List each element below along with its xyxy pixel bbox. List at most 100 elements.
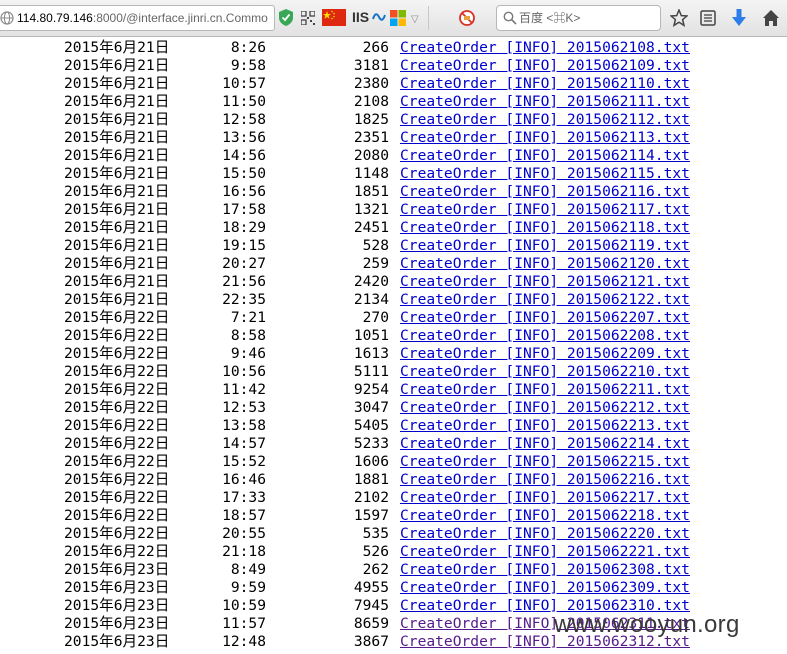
search-input[interactable]	[519, 9, 655, 27]
file-link[interactable]: CreateOrder [INFO] 2015062110.txt	[400, 75, 690, 93]
reading-list-icon[interactable]	[700, 10, 716, 26]
file-link[interactable]: CreateOrder [INFO] 2015062116.txt	[400, 183, 690, 201]
file-link[interactable]: CreateOrder [INFO] 2015062220.txt	[400, 525, 690, 543]
adblock-icon[interactable]	[459, 10, 475, 26]
file-time: 10:56	[222, 363, 266, 380]
list-item: 2015年6月21日 22:35 2134 CreateOrder [INFO] 20…	[0, 291, 787, 309]
file-link[interactable]: CreateOrder [INFO] 2015062216.txt	[400, 471, 690, 489]
file-link[interactable]: CreateOrder [INFO] 2015062308.txt	[400, 561, 690, 579]
list-item: 2015年6月21日 13:56 2351 CreateOrder [INFO] 20…	[0, 129, 787, 147]
file-link[interactable]: CreateOrder [INFO] 2015062111.txt	[400, 93, 690, 111]
file-size: 1851	[353, 183, 389, 200]
file-time: 14:56	[222, 147, 266, 164]
file-link[interactable]: CreateOrder [INFO] 2015062213.txt	[400, 417, 690, 435]
file-date: 2015年6月21日	[64, 183, 170, 200]
address-text[interactable]: 114.80.79.146:8000/@interface.jinri.cn.C…	[17, 11, 268, 25]
file-link[interactable]: CreateOrder [INFO] 2015062208.txt	[400, 327, 690, 345]
file-link[interactable]: CreateOrder [INFO] 2015062122.txt	[400, 291, 690, 309]
file-size: 2451	[353, 219, 389, 236]
file-link[interactable]: CreateOrder [INFO] 2015062114.txt	[400, 147, 690, 165]
file-time: 18:29	[222, 219, 266, 236]
windows-logo-icon[interactable]	[390, 10, 406, 26]
file-time: 17:58	[222, 201, 266, 218]
file-link[interactable]: CreateOrder [INFO] 2015062207.txt	[400, 309, 690, 327]
list-item: 2015年6月22日 17:33 2102 CreateOrder [INFO] 20…	[0, 489, 787, 507]
iis-label[interactable]: IIS	[352, 9, 369, 25]
file-link[interactable]: CreateOrder [INFO] 2015062115.txt	[400, 165, 690, 183]
file-date: 2015年6月21日	[64, 219, 170, 236]
qr-code-icon[interactable]	[301, 11, 315, 25]
list-item: 2015年6月21日 17:58 1321 CreateOrder [INFO] 20…	[0, 201, 787, 219]
file-link[interactable]: CreateOrder [INFO] 2015062121.txt	[400, 273, 690, 291]
watermark-text: www.wooyun.org	[554, 611, 740, 638]
address-bar[interactable]: 114.80.79.146:8000/@interface.jinri.cn.C…	[0, 5, 275, 31]
file-date: 2015年6月22日	[64, 453, 170, 470]
file-size: 266	[362, 39, 389, 56]
file-date: 2015年6月21日	[64, 165, 170, 182]
file-date: 2015年6月22日	[64, 345, 170, 362]
list-item: 2015年6月22日 9:46 1613 CreateOrder [INFO] 201…	[0, 345, 787, 363]
list-item: 2015年6月22日 15:52 1606 CreateOrder [INFO] 20…	[0, 453, 787, 471]
file-size: 9254	[353, 381, 389, 398]
file-size: 1321	[353, 201, 389, 218]
wave-icon[interactable]	[372, 10, 386, 24]
file-size: 526	[362, 543, 389, 560]
file-time: 11:42	[222, 381, 266, 398]
file-date: 2015年6月22日	[64, 363, 170, 380]
list-item: 2015年6月22日 7:21 270 CreateOrder [INFO] 2015…	[0, 309, 787, 327]
file-date: 2015年6月22日	[64, 471, 170, 488]
file-size: 3047	[353, 399, 389, 416]
file-link[interactable]: CreateOrder [INFO] 2015062117.txt	[400, 201, 690, 219]
file-link[interactable]: CreateOrder [INFO] 2015062218.txt	[400, 507, 690, 525]
download-arrow-icon[interactable]	[731, 9, 747, 27]
file-size: 1881	[353, 471, 389, 488]
search-box[interactable]	[496, 5, 661, 31]
list-item: 2015年6月22日 14:57 5233 CreateOrder [INFO] 20…	[0, 435, 787, 453]
file-time: 16:56	[222, 183, 266, 200]
shield-check-icon[interactable]	[279, 9, 293, 26]
list-item: 2015年6月22日 18:57 1597 CreateOrder [INFO] 20…	[0, 507, 787, 525]
file-link[interactable]: CreateOrder [INFO] 2015062113.txt	[400, 129, 690, 147]
toolbar-divider	[428, 6, 429, 30]
bookmark-star-icon[interactable]	[670, 9, 688, 27]
file-date: 2015年6月22日	[64, 525, 170, 542]
file-time: 16:46	[222, 471, 266, 488]
list-item: 2015年6月21日 20:27 259 CreateOrder [INFO] 201…	[0, 255, 787, 273]
file-size: 7945	[353, 597, 389, 614]
file-size: 5111	[353, 363, 389, 380]
file-link[interactable]: CreateOrder [INFO] 2015062212.txt	[400, 399, 690, 417]
home-icon[interactable]	[762, 9, 780, 27]
file-link[interactable]: CreateOrder [INFO] 2015062215.txt	[400, 453, 690, 471]
list-item: 2015年6月21日 11:50 2108 CreateOrder [INFO] 20…	[0, 93, 787, 111]
file-time: 15:50	[222, 165, 266, 182]
list-item: 2015年6月21日 8:26 266 CreateOrder [INFO] 2015…	[0, 39, 787, 57]
file-date: 2015年6月23日	[64, 615, 170, 632]
file-size: 4955	[353, 579, 389, 596]
file-size: 1148	[353, 165, 389, 182]
url-path: :8000/@interface.jinri.cn.Commo	[92, 11, 268, 25]
file-link[interactable]: CreateOrder [INFO] 2015062217.txt	[400, 489, 690, 507]
china-flag-icon[interactable]	[322, 9, 346, 26]
file-size: 1613	[353, 345, 389, 362]
file-date: 2015年6月23日	[64, 579, 170, 596]
file-link[interactable]: CreateOrder [INFO] 2015062214.txt	[400, 435, 690, 453]
chevron-down-icon[interactable]: ▽	[411, 14, 419, 25]
file-time: 13:56	[222, 129, 266, 146]
file-link[interactable]: CreateOrder [INFO] 2015062108.txt	[400, 39, 690, 57]
file-link[interactable]: CreateOrder [INFO] 2015062210.txt	[400, 363, 690, 381]
file-time: 19:15	[222, 237, 266, 254]
file-link[interactable]: CreateOrder [INFO] 2015062211.txt	[400, 381, 690, 399]
file-date: 2015年6月21日	[64, 111, 170, 128]
file-link[interactable]: CreateOrder [INFO] 2015062109.txt	[400, 57, 690, 75]
file-link[interactable]: CreateOrder [INFO] 2015062209.txt	[400, 345, 690, 363]
file-link[interactable]: CreateOrder [INFO] 2015062221.txt	[400, 543, 690, 561]
file-time: 11:50	[222, 93, 266, 110]
file-size: 3181	[353, 57, 389, 74]
file-link[interactable]: CreateOrder [INFO] 2015062112.txt	[400, 111, 690, 129]
file-link[interactable]: CreateOrder [INFO] 2015062309.txt	[400, 579, 690, 597]
file-link[interactable]: CreateOrder [INFO] 2015062120.txt	[400, 255, 690, 273]
file-link[interactable]: CreateOrder [INFO] 2015062118.txt	[400, 219, 690, 237]
file-size: 270	[362, 309, 389, 326]
file-date: 2015年6月22日	[64, 309, 170, 326]
file-link[interactable]: CreateOrder [INFO] 2015062119.txt	[400, 237, 690, 255]
